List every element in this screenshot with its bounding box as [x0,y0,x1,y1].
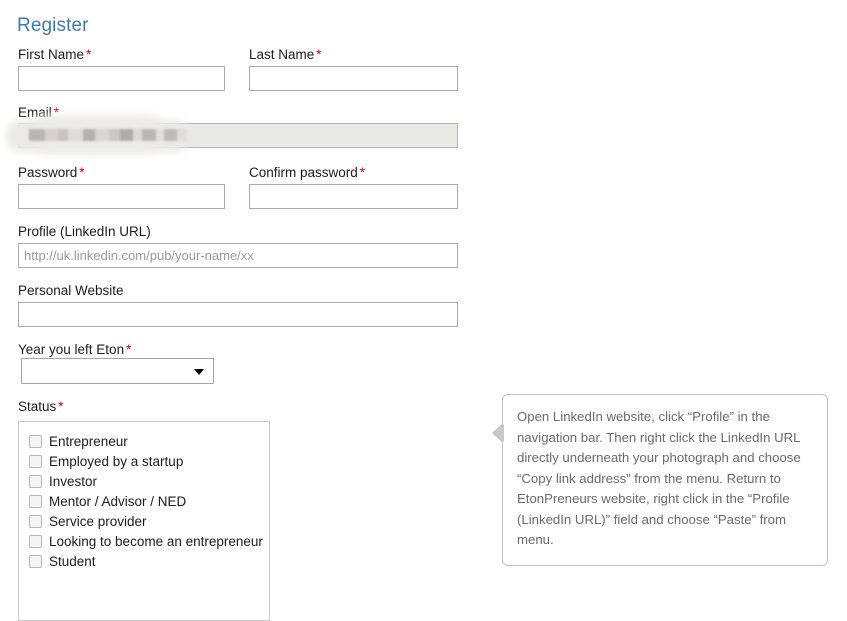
year-left-eton-label: Year you left Eton * [18,342,131,357]
checkbox-icon[interactable] [29,434,42,448]
year-left-eton-required-asterisk: * [126,342,132,357]
last-name-label-text: Last Name [249,47,315,62]
status-option-label: Looking to become an entrepreneur [49,533,263,549]
checkbox-icon[interactable] [29,514,42,528]
register-page: Register First Name * Last Name * Email * [0,0,847,621]
chevron-down-icon [194,369,204,375]
first-name-label: First Name * [18,47,91,62]
status-option-mentor-advisor-ned[interactable]: Mentor / Advisor / NED [29,491,269,511]
status-option-employed-by-a-startup[interactable]: Employed by a startup [29,451,269,471]
status-option-label: Entrepreneur [49,433,128,449]
email-required-asterisk: * [53,105,60,120]
confirm-password-label: Confirm password * [249,165,365,180]
page-title: Register [17,14,89,36]
status-option-service-provider[interactable]: Service provider [29,511,269,531]
tooltip-text: Open LinkedIn website, click “Profile” i… [517,409,801,547]
checkbox-icon[interactable] [29,554,42,568]
linkedin-help-tooltip: Open LinkedIn website, click “Profile” i… [492,394,828,566]
first-name-label-text: First Name [18,47,85,62]
first-name-input[interactable] [18,66,225,91]
status-option-label: Investor [49,473,98,489]
year-left-eton-label-text: Year you left Eton [18,342,125,357]
last-name-input[interactable] [249,66,458,91]
status-option-looking-to-become-an-entrepreneur[interactable]: Looking to become an entrepreneur [29,531,269,551]
year-left-eton-select[interactable] [21,358,214,384]
password-input[interactable] [18,184,225,209]
status-label: Status * [18,399,64,414]
status-required-asterisk: * [58,399,64,414]
status-option-label: Mentor / Advisor / NED [49,493,187,509]
confirm-password-label-text: Confirm password [249,165,358,180]
tooltip-arrow-inner-icon [494,424,504,442]
email-label-text: Email [18,105,52,120]
status-label-text: Status [18,399,57,414]
profile-linkedin-label-text: Profile (LinkedIn URL) [18,224,151,239]
password-required-asterisk: * [79,165,85,180]
last-name-required-asterisk: * [316,47,322,62]
checkbox-icon[interactable] [29,534,42,548]
status-option-student[interactable]: Student [29,551,269,571]
personal-website-input[interactable] [18,302,458,327]
profile-linkedin-input[interactable] [18,243,458,268]
status-option-investor[interactable]: Investor [29,471,269,491]
confirm-password-input[interactable] [249,184,458,209]
last-name-label: Last Name * [249,47,322,62]
confirm-password-required-asterisk: * [359,165,366,180]
status-options-panel: Entrepreneur Employed by a startup Inves… [18,421,270,621]
personal-website-label: Personal Website [18,283,126,298]
email-input[interactable] [18,123,458,148]
status-option-entrepreneur[interactable]: Entrepreneur [29,431,269,451]
email-label: Email * [18,105,59,120]
checkbox-icon[interactable] [29,454,42,468]
status-option-label: Service provider [49,513,147,529]
checkbox-icon[interactable] [29,494,42,508]
first-name-required-asterisk: * [86,47,92,62]
password-label: Password * [18,165,85,180]
status-option-label: Student [49,553,96,569]
checkbox-icon[interactable] [29,474,42,488]
personal-website-label-text: Personal Website [18,283,124,298]
profile-linkedin-label: Profile (LinkedIn URL) [18,224,153,239]
password-label-text: Password [18,165,78,180]
status-option-label: Employed by a startup [49,453,184,469]
